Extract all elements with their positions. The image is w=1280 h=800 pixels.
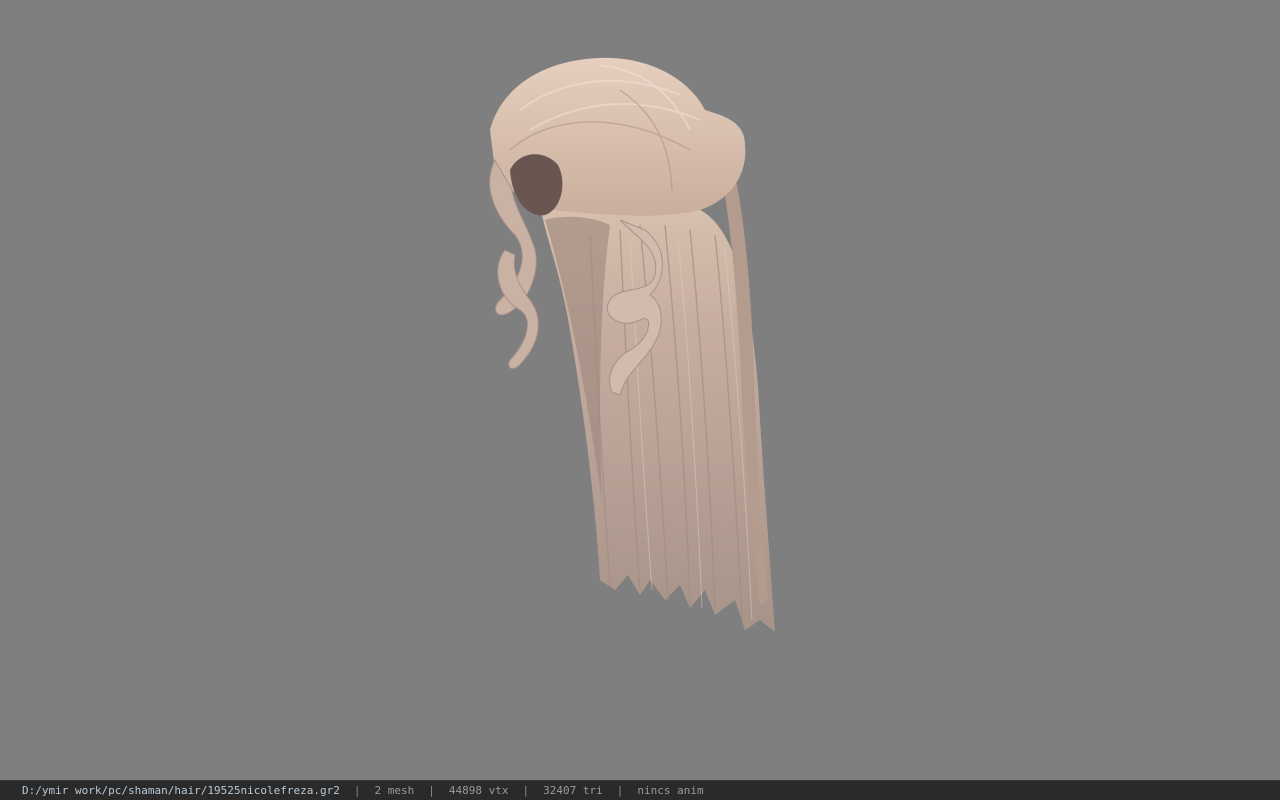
separator: | — [522, 784, 530, 797]
3d-viewport[interactable] — [0, 0, 1280, 780]
animation-status: nincs anim — [637, 784, 704, 797]
separator: | — [616, 784, 624, 797]
separator: | — [353, 784, 361, 797]
separator: | — [428, 784, 435, 797]
triangle-count: 32407 tri — [543, 784, 603, 797]
vertex-count: 44898 vtx — [448, 784, 509, 797]
scalp-cavity — [510, 154, 563, 216]
mesh-count: 2 mesh — [374, 784, 415, 797]
status-bar: D:/ymir work/pc/shaman/hair/19525nicolef… — [0, 780, 1280, 800]
hair-model[interactable] — [0, 0, 1280, 780]
file-path: D:/ymir work/pc/shaman/hair/19525nicolef… — [22, 784, 340, 797]
